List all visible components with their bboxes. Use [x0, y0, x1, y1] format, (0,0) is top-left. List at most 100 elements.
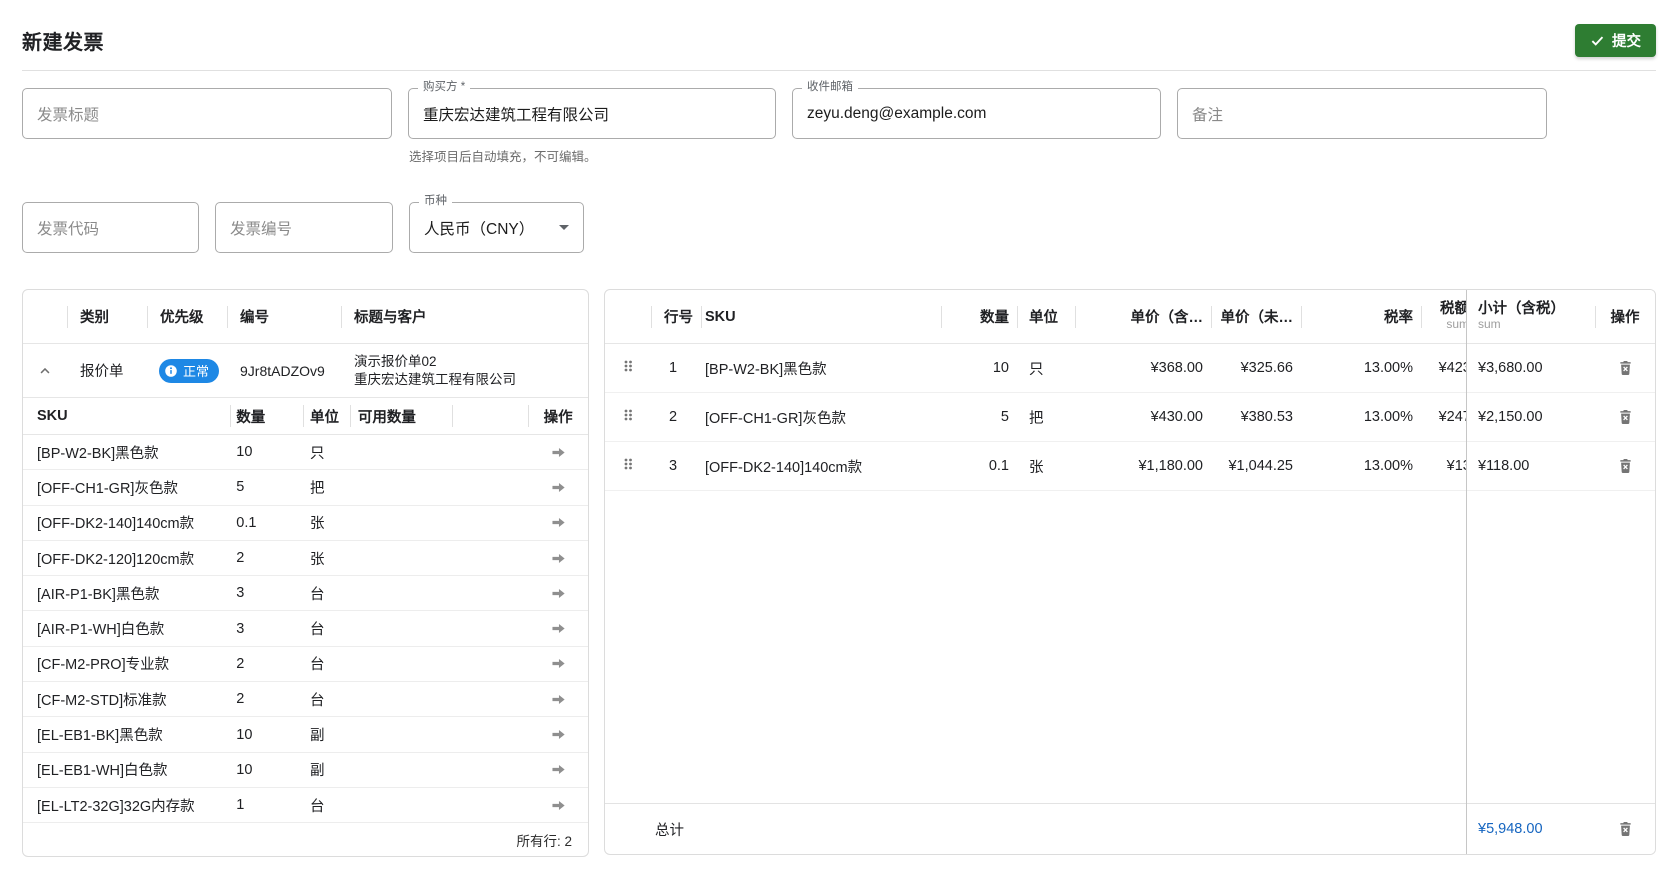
sku-row: [CF-M2-PRO]专业款 2 台	[23, 647, 588, 683]
status-badge: 正常	[159, 358, 220, 383]
col-tax-rate: 税率	[1301, 306, 1421, 327]
drag-handle-icon[interactable]	[622, 456, 634, 476]
sku-qty: 2	[236, 691, 245, 708]
line-unit: 把	[1029, 410, 1044, 427]
col-qty: 数量	[230, 406, 303, 427]
line-price-incl-tax: ¥368.00	[1150, 360, 1203, 376]
delete-line-icon[interactable]	[1614, 356, 1637, 380]
line-sku: [BP-W2-BK]黑色款	[705, 361, 827, 378]
sku-name: [CF-M2-PRO]专业款	[37, 657, 170, 674]
col-actions: 操作	[528, 406, 588, 427]
line-tax-rate: 13.00%	[1363, 409, 1413, 425]
sku-table-header: SKU 数量 单位 可用数量 操作	[23, 398, 588, 435]
sku-qty: 0.1	[236, 514, 257, 531]
line-sku: [OFF-DK2-140]140cm款	[705, 459, 863, 476]
email-label: 收件邮箱	[802, 81, 858, 95]
transfer-arrow-icon[interactable]	[547, 442, 570, 463]
sku-qty: 10	[236, 726, 253, 743]
drag-handle-icon[interactable]	[622, 407, 634, 427]
line-tax-rate: 13.00%	[1363, 360, 1413, 376]
line-no: 2	[668, 409, 678, 425]
pinned-columns: 小计（含税） sum 操作 ¥3,680.00 ¥2,150.00 ¥118.0…	[1466, 290, 1655, 854]
buyer-input[interactable]: 购买方 * 重庆宏达建筑工程有限公司	[408, 81, 776, 139]
sku-row: [CF-M2-STD]标准款 2 台	[23, 682, 588, 718]
delete-line-icon[interactable]	[1614, 454, 1637, 478]
sku-name: [OFF-CH1-GR]灰色款	[37, 480, 178, 497]
sku-name: [CF-M2-STD]标准款	[37, 692, 167, 709]
remark-input[interactable]: 备注	[1177, 88, 1547, 139]
quote-title-customer: 演示报价单02 重庆宏达建筑工程有限公司	[354, 353, 516, 387]
line-unit: 只	[1029, 361, 1044, 378]
transfer-arrow-icon[interactable]	[547, 512, 570, 533]
col-sku: SKU	[37, 408, 68, 424]
sku-qty: 10	[236, 761, 253, 778]
quote-category: 报价单	[80, 364, 124, 380]
sku-name: [EL-EB1-BK]黑色款	[37, 728, 163, 745]
sku-name: [AIR-P1-BK]黑色款	[37, 586, 160, 603]
delete-line-icon[interactable]	[1614, 405, 1637, 429]
sku-name: [EL-EB1-WH]白色款	[37, 763, 168, 780]
col-line-sku: SKU	[701, 309, 941, 325]
info-icon	[164, 364, 178, 378]
delete-all-icon[interactable]	[1614, 817, 1637, 841]
check-icon	[1590, 33, 1605, 48]
sku-unit: 张	[310, 551, 325, 568]
source-quotes-table: 类别 优先级 编号 标题与客户 报价单 正常 9Jr8tADZOv9 演示报价单…	[22, 289, 589, 857]
col-available-qty: 可用数量	[350, 406, 452, 427]
sku-row: [AIR-P1-WH]白色款 3 台	[23, 611, 588, 647]
line-price-incl-tax: ¥430.00	[1150, 409, 1203, 425]
transfer-arrow-icon[interactable]	[547, 548, 570, 569]
source-table-header: 类别 优先级 编号 标题与客户	[23, 290, 588, 344]
quote-code: 9Jr8tADZOv9	[240, 362, 325, 379]
total-subtotal: ¥5,948.00	[1478, 821, 1543, 837]
sku-qty: 10	[236, 444, 253, 461]
currency-label: 币种	[419, 195, 452, 209]
currency-select[interactable]: 币种 人民币（CNY）	[409, 195, 584, 253]
line-price-excl-tax: ¥325.66	[1240, 360, 1293, 376]
line-price-excl-tax: ¥380.53	[1240, 409, 1293, 425]
transfer-arrow-icon[interactable]	[547, 583, 570, 604]
col-category: 类别	[67, 306, 147, 327]
pinned-line-row: ¥2,150.00	[1467, 393, 1655, 442]
sku-unit: 台	[310, 622, 325, 639]
col-priority: 优先级	[147, 306, 227, 327]
transfer-arrow-icon[interactable]	[547, 653, 570, 674]
sku-qty: 2	[236, 550, 245, 567]
col-row-no: 行号	[651, 306, 701, 327]
drag-handle-icon[interactable]	[622, 358, 634, 378]
total-label: 总计	[655, 822, 684, 839]
recipient-email-input[interactable]: 收件邮箱 zeyu.deng@example.com	[792, 81, 1161, 139]
sku-row: [EL-EB1-WH]白色款 10 副	[23, 753, 588, 788]
col-unit: 单位	[303, 406, 350, 427]
col-price-incl-tax: 单价（含…	[1075, 306, 1211, 327]
collapse-chevron-icon[interactable]	[34, 360, 56, 382]
col-code: 编号	[227, 306, 341, 327]
sku-row: [OFF-DK2-120]120cm款 2 张	[23, 541, 588, 577]
transfer-arrow-icon[interactable]	[547, 724, 570, 745]
transfer-arrow-icon[interactable]	[547, 618, 570, 639]
sku-qty: 3	[236, 585, 245, 602]
col-line-actions: 操作	[1595, 306, 1655, 327]
col-price-excl-tax: 单价（未…	[1211, 306, 1301, 327]
page-title: 新建发票	[22, 32, 104, 54]
buyer-label: 购买方 *	[418, 81, 471, 95]
top-bar: 新建发票 提交	[22, 0, 1656, 57]
line-no: 1	[668, 360, 678, 376]
submit-button[interactable]: 提交	[1575, 24, 1656, 57]
col-title-customer: 标题与客户	[341, 306, 588, 327]
transfer-arrow-icon[interactable]	[547, 689, 570, 710]
source-table-footer: 所有行: 2	[516, 833, 572, 849]
quote-row: 报价单 正常 9Jr8tADZOv9 演示报价单02 重庆宏达建筑工程有限公司	[23, 344, 588, 398]
invoice-title-input[interactable]: 发票标题	[22, 88, 392, 139]
transfer-arrow-icon[interactable]	[547, 795, 570, 816]
sku-name: [AIR-P1-WH]白色款	[37, 622, 165, 639]
transfer-arrow-icon[interactable]	[547, 759, 570, 780]
sku-unit: 张	[310, 516, 325, 533]
invoice-lines-table: 行号 SKU 数量 单位 单价（含… 单价（未… 税率 税额 sum 1 [BP…	[604, 289, 1656, 855]
transfer-arrow-icon[interactable]	[547, 477, 570, 498]
sku-unit: 把	[310, 480, 325, 497]
sku-row: [EL-LT2-32G]32G内存款 1 台	[23, 788, 588, 823]
invoice-code-input[interactable]: 发票代码	[22, 202, 199, 253]
invoice-number-input[interactable]: 发票编号	[215, 202, 393, 253]
sku-unit: 台	[310, 692, 325, 709]
